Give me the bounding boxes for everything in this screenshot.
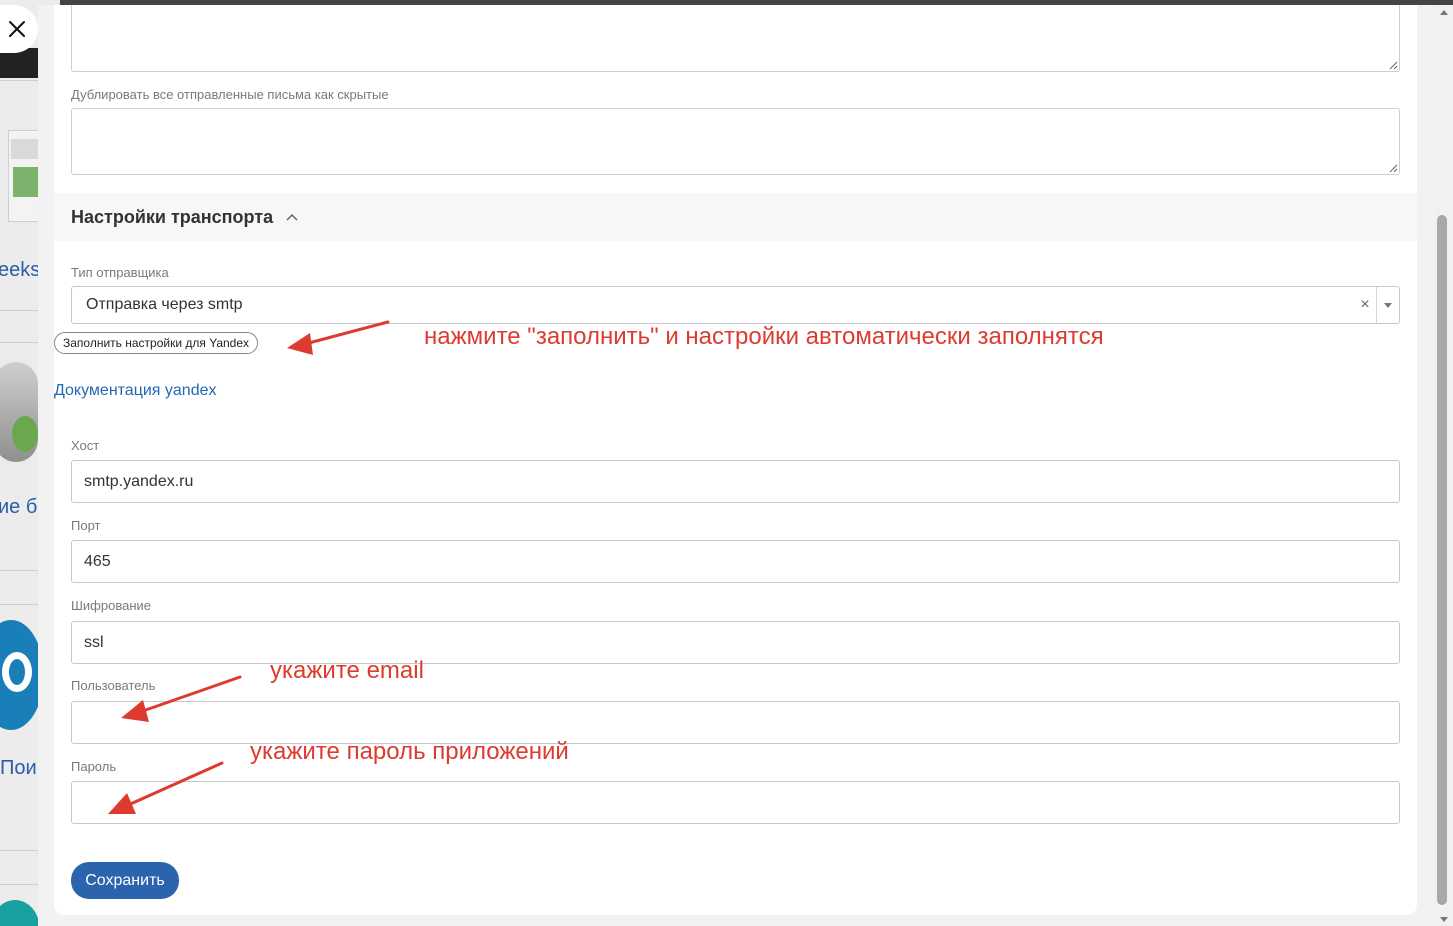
password-input[interactable]: [71, 781, 1400, 824]
database-image: [0, 362, 38, 462]
transport-settings-header[interactable]: Настройки транспорта: [54, 193, 1417, 241]
sender-type-label: Тип отправщика: [71, 265, 169, 280]
sender-type-select[interactable]: Отправка через smtp ×: [71, 286, 1400, 324]
resize-grip-icon[interactable]: [1388, 163, 1398, 173]
product-box-image: [8, 130, 42, 222]
chevron-up-icon[interactable]: [286, 213, 298, 221]
background-image: [0, 900, 40, 926]
section-title: Настройки транспорта: [71, 206, 274, 227]
dropdown-arrow-icon[interactable]: [1377, 302, 1399, 308]
resize-grip-icon[interactable]: [1388, 60, 1398, 70]
port-label: Порт: [71, 518, 101, 533]
host-input[interactable]: smtp.yandex.ru: [71, 460, 1400, 503]
annotation-email-hint: укажите email: [270, 657, 424, 684]
scroll-up-icon[interactable]: [1434, 5, 1453, 19]
bcc-textarea[interactable]: [71, 108, 1400, 175]
save-button[interactable]: Сохранить: [71, 862, 179, 899]
clear-icon[interactable]: ×: [1354, 296, 1376, 314]
encryption-label: Шифрование: [71, 598, 151, 613]
annotation-password-hint: укажите пароль приложений: [250, 738, 569, 765]
bcc-label: Дублировать все отправленные письма как …: [71, 87, 389, 102]
annotation-fill-hint: нажмите "заполнить" и настройки автомати…: [424, 323, 1104, 350]
yandex-docs-link[interactable]: Документация yandex: [54, 382, 217, 400]
background-text: eeks: [0, 259, 41, 281]
scroll-down-icon[interactable]: [1434, 912, 1453, 926]
fill-yandex-button[interactable]: Заполнить настройки для Yandex: [54, 332, 259, 354]
background-text: Пои: [0, 757, 37, 779]
textarea-field[interactable]: [71, 5, 1400, 72]
settings-card: Дублировать все отправленные письма как …: [54, 5, 1417, 915]
password-label: Пароль: [71, 759, 117, 774]
user-label: Пользователь: [71, 678, 156, 693]
settings-modal: Дублировать все отправленные письма как …: [38, 5, 1434, 926]
host-label: Хост: [71, 438, 100, 453]
background-text: ие б: [0, 496, 38, 518]
scroll-thumb[interactable]: [1437, 215, 1447, 905]
close-icon: [9, 21, 25, 37]
scrollbar[interactable]: [1434, 5, 1453, 926]
sender-type-value: Отправка через smtp: [86, 296, 243, 313]
port-input[interactable]: 465: [71, 540, 1400, 583]
